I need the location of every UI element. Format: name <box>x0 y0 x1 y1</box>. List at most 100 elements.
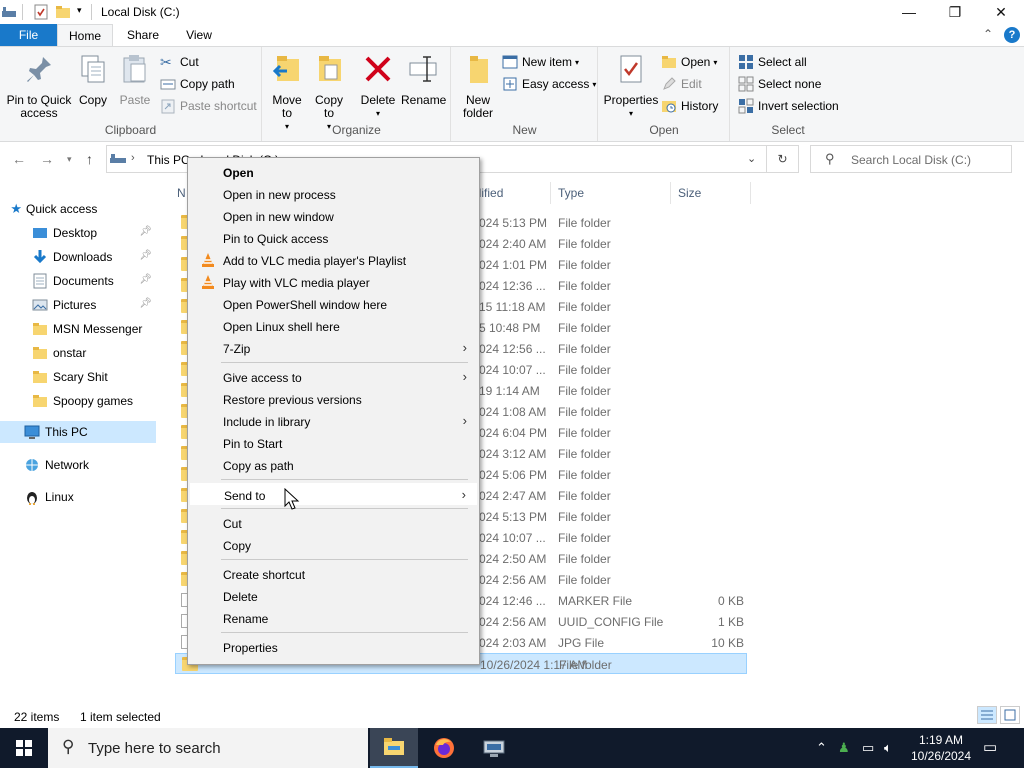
customize-toolbar-icon[interactable]: ▾ <box>77 5 82 16</box>
back-arrow-icon[interactable]: ← <box>12 151 26 167</box>
new-folder-button[interactable]: New folder <box>460 53 496 120</box>
sidebar-item-scary-shit[interactable]: Scary Shit <box>0 366 156 388</box>
open-button[interactable]: Open ▾ <box>661 52 717 72</box>
pin-icon[interactable]: 📌︎ <box>139 298 152 309</box>
menu-item-open-linux-shell-here[interactable]: Open Linux shell here <box>190 315 477 337</box>
nav-linux[interactable]: Linux <box>0 486 156 508</box>
copy-path-button[interactable]: Copy path <box>160 74 235 94</box>
file-type: File folder <box>558 384 611 398</box>
large-icons-view-button[interactable] <box>1000 706 1020 724</box>
menu-item-restore-previous-versions[interactable]: Restore previous versions <box>190 388 477 410</box>
paste-shortcut-button[interactable]: Paste shortcut <box>160 96 257 116</box>
tab-file[interactable]: File <box>0 24 57 46</box>
rename-button[interactable]: Rename <box>401 53 446 107</box>
properties-icon[interactable] <box>33 4 49 20</box>
invert-selection-button[interactable]: Invert selection <box>738 96 839 116</box>
move-to-button[interactable]: Move to ▾ <box>269 53 305 133</box>
menu-item-pin-to-start[interactable]: Pin to Start <box>190 432 477 454</box>
properties-button[interactable]: Properties ▾ <box>603 53 659 120</box>
invert-selection-icon <box>738 98 754 114</box>
pin-icon[interactable]: 📌︎ <box>139 226 152 237</box>
cut-button[interactable]: ✂ Cut <box>160 52 199 72</box>
clock[interactable]: 1:19 AM 10/26/2024 <box>905 732 977 764</box>
file-type: File folder <box>558 300 611 314</box>
people-icon[interactable]: ♟ <box>838 740 850 756</box>
tab-home[interactable]: Home <box>57 24 113 46</box>
menu-item-7-zip[interactable]: 7-Zip › <box>190 337 477 359</box>
sidebar-item-documents[interactable]: Documents 📌︎ <box>0 270 156 292</box>
paste-button[interactable]: Paste <box>118 53 152 107</box>
menu-item-pin-to-quick-access[interactable]: Pin to Quick access <box>190 227 477 249</box>
taskbar-app[interactable] <box>470 728 518 768</box>
select-all-button[interactable]: Select all <box>738 52 807 72</box>
menu-item-create-shortcut[interactable]: Create shortcut <box>190 563 477 585</box>
recent-locations-icon[interactable]: ▾ <box>67 154 72 165</box>
menu-item-delete[interactable]: Delete <box>190 585 477 607</box>
taskbar-firefox[interactable] <box>420 728 468 768</box>
new-folder-icon[interactable] <box>55 4 71 20</box>
menu-item-add-to-vlc-media-player-s-playlist[interactable]: Add to VLC media player's Playlist <box>190 249 477 271</box>
network-icon <box>26 459 38 471</box>
taskbar-search-input[interactable]: Type here to search <box>88 740 221 757</box>
nav-network[interactable]: Network <box>0 454 156 476</box>
sidebar-item-downloads[interactable]: Downloads 📌︎ <box>0 246 156 268</box>
menu-item-send-to[interactable]: Send to › <box>190 483 477 505</box>
notifications-icon[interactable]: ▭ <box>983 738 997 756</box>
menu-item-cut[interactable]: Cut <box>190 512 477 534</box>
close-button[interactable]: ✕ <box>978 0 1024 24</box>
new-item-button[interactable]: New item ▾ <box>502 52 579 72</box>
taskbar-file-explorer[interactable] <box>370 728 418 768</box>
search-input[interactable]: Search Local Disk (C:) <box>851 153 971 167</box>
file-explorer-window: ▾ Local Disk (C:) — ❐ ✕ File Home Share … <box>0 0 1024 728</box>
search-box[interactable]: ⚲ Search Local Disk (C:) <box>810 145 1012 173</box>
nav-quick-access[interactable]: ★ Quick access <box>0 198 156 220</box>
up-arrow-icon[interactable]: ↑ <box>86 151 93 167</box>
column-header-name[interactable]: N <box>177 186 186 200</box>
menu-item-open[interactable]: Open <box>190 161 477 183</box>
forward-arrow-icon[interactable]: → <box>40 151 54 167</box>
menu-item-give-access-to[interactable]: Give access to › <box>190 366 477 388</box>
expand-ribbon-icon[interactable]: ⌃ <box>983 27 993 41</box>
select-none-button[interactable]: Select none <box>738 74 821 94</box>
menu-item-rename[interactable]: Rename <box>190 607 477 629</box>
details-view-button[interactable] <box>977 706 997 724</box>
pin-icon[interactable]: 📌︎ <box>139 250 152 261</box>
sidebar-item-msn-messenger[interactable]: MSN Messenger <box>0 318 156 340</box>
menu-item-open-in-new-process[interactable]: Open in new process <box>190 183 477 205</box>
column-header-type[interactable]: Type <box>558 186 584 200</box>
menu-item-open-in-new-window[interactable]: Open in new window <box>190 205 477 227</box>
nav-this-pc[interactable]: This PC <box>0 421 156 443</box>
sidebar-item-pictures[interactable]: Pictures 📌︎ <box>0 294 156 316</box>
pin-to-quick-access-button[interactable]: Pin to Quick access <box>4 53 74 120</box>
copy-button[interactable]: Copy <box>76 53 110 107</box>
history-button[interactable]: History <box>661 96 718 116</box>
copy-to-button[interactable]: Copy to ▾ <box>311 53 347 133</box>
sidebar-item-desktop[interactable]: Desktop 📌︎ <box>0 222 156 244</box>
menu-item-open-powershell-window-here[interactable]: Open PowerShell window here <box>190 293 477 315</box>
menu-item-copy-as-path[interactable]: Copy as path <box>190 454 477 476</box>
minimize-button[interactable]: — <box>886 0 932 24</box>
show-hidden-icons-icon[interactable]: ⌃ <box>816 740 827 756</box>
taskbar-search-box[interactable]: ⚲ Type here to search <box>48 728 368 768</box>
refresh-button[interactable]: ↻ <box>766 145 799 173</box>
menu-item-copy[interactable]: Copy <box>190 534 477 556</box>
maximize-button[interactable]: ❐ <box>932 0 978 24</box>
menu-item-properties[interactable]: Properties <box>190 636 477 658</box>
easy-access-button[interactable]: Easy access ▾ <box>502 74 596 94</box>
edit-button[interactable]: Edit <box>661 74 702 94</box>
help-icon[interactable]: ? <box>1004 27 1020 43</box>
column-header-size[interactable]: Size <box>678 186 701 200</box>
tab-view[interactable]: View <box>174 24 224 46</box>
menu-item-include-in-library[interactable]: Include in library › <box>190 410 477 432</box>
network-app-icon <box>483 740 505 757</box>
tab-share[interactable]: Share <box>118 24 168 46</box>
sidebar-item-spoopy-games[interactable]: Spoopy games <box>0 390 156 412</box>
delete-button[interactable]: Delete ▾ <box>360 53 396 120</box>
network-status-icon[interactable]: ▭ <box>862 740 874 756</box>
menu-item-play-with-vlc-media-player[interactable]: Play with VLC media player <box>190 271 477 293</box>
address-dropdown-icon[interactable]: ⌄ <box>747 152 756 165</box>
start-button[interactable] <box>0 728 48 768</box>
pin-icon[interactable]: 📌︎ <box>139 274 152 285</box>
volume-icon[interactable]: 🔈︎ <box>884 740 892 756</box>
sidebar-item-onstar[interactable]: onstar <box>0 342 156 364</box>
